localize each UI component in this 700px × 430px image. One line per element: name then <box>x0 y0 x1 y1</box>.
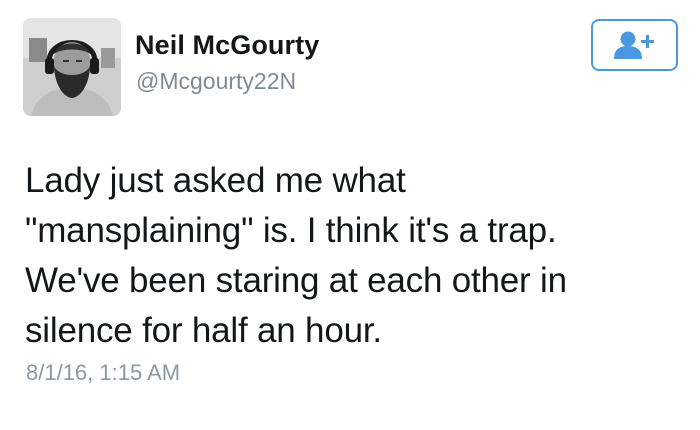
tweet-text-line: Lady just asked me what <box>25 161 406 200</box>
profile-photo-icon <box>23 18 121 116</box>
tweet-text-line: We've been staring at each other in <box>25 261 567 300</box>
follow-button[interactable] <box>591 19 678 71</box>
tweet-text: Lady just asked me what "mansplaining" i… <box>25 156 645 356</box>
tweet-timestamp[interactable]: 8/1/16, 1:15 AM <box>26 360 180 386</box>
tweet-text-line: silence for half an hour. <box>25 311 382 350</box>
tweet-text-line: "mansplaining" is. I think it's a trap. <box>25 211 557 250</box>
tweet-card: Neil McGourty @Mcgourty22N Lady just ask… <box>0 0 700 430</box>
author-display-name[interactable]: Neil McGourty <box>135 30 319 61</box>
follow-person-plus-icon <box>613 31 654 59</box>
avatar[interactable] <box>23 18 121 116</box>
author-handle[interactable]: @Mcgourty22N <box>136 68 296 95</box>
